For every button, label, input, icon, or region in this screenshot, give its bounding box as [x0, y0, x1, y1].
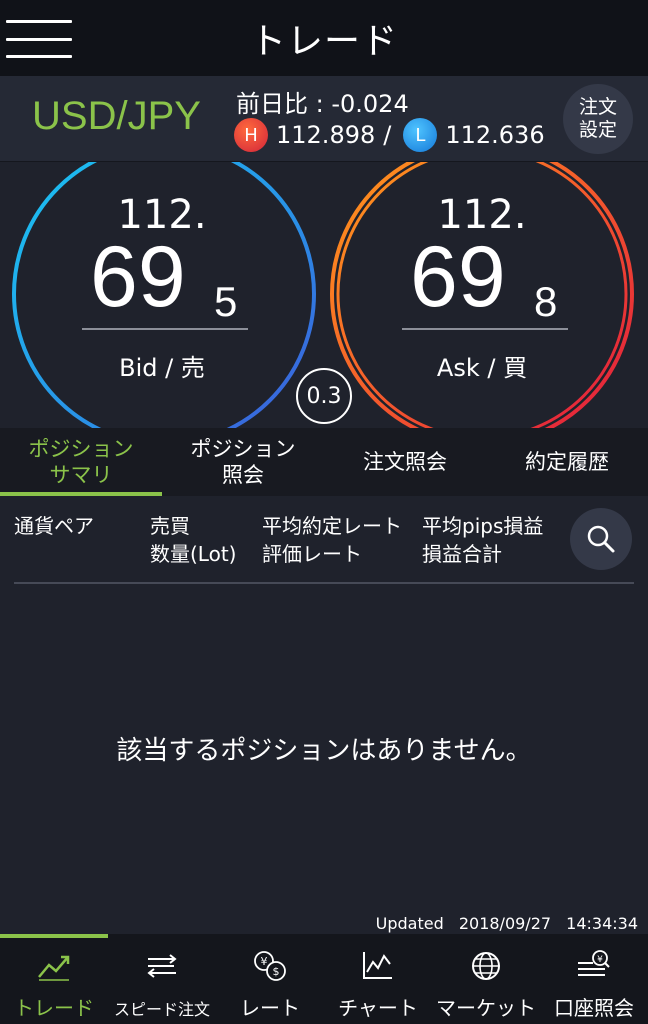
trade-chart-icon	[34, 948, 74, 984]
tab-label-line2: 照会	[222, 463, 264, 487]
svg-text:¥: ¥	[597, 955, 603, 965]
nav-account[interactable]: ¥ 口座照会	[540, 934, 648, 1024]
bid-price-main: 69	[90, 229, 186, 325]
ask-divider	[402, 328, 568, 330]
bid-divider	[82, 328, 248, 330]
nav-label-market: マーケット	[436, 996, 536, 1020]
order-settings-label-1: 注文	[578, 96, 617, 118]
column-rates: 平均約定レート 評価レート	[262, 514, 402, 566]
ask-price-pip: 8	[534, 278, 558, 325]
column-side-quantity: 売買 数量(Lot)	[150, 514, 237, 566]
ask-label: Ask / 買	[436, 354, 528, 382]
high-price: 112.898	[276, 121, 376, 149]
nav-speed-order[interactable]: スピード注文	[108, 934, 216, 1024]
nav-chart[interactable]: チャート	[324, 934, 432, 1024]
nav-label-rate: レート	[240, 996, 300, 1020]
currency-pair-name[interactable]: USD/JPY	[32, 94, 201, 139]
position-tabs: ポジション サマリ ポジション 照会 注文照会 約定履歴	[0, 428, 648, 496]
high-badge-icon: H	[234, 118, 268, 152]
table-header: 通貨ペア 売買 数量(Lot) 平均約定レート 評価レート 平均pips損益 損…	[0, 496, 648, 584]
page-title: トレード	[249, 21, 398, 62]
app-header: トレード	[0, 0, 648, 76]
updated-time: 14:34:34	[566, 914, 638, 933]
last-updated: Updated 2018/09/27 14:34:34	[366, 914, 638, 933]
chart-icon	[358, 948, 398, 984]
tab-label-line1: ポジション	[28, 437, 134, 461]
nav-market[interactable]: マーケット	[432, 934, 540, 1024]
speed-order-icon	[142, 948, 182, 984]
nav-rate[interactable]: ¥ $ レート	[216, 934, 324, 1024]
svg-text:¥: ¥	[261, 955, 268, 968]
empty-state-message: 該当するポジションはありません。	[116, 736, 532, 766]
low-badge-icon: L	[403, 118, 438, 152]
tab-order-inquiry[interactable]: 注文照会	[324, 428, 486, 496]
column-profit-loss: 平均pips損益 損益合計	[422, 514, 544, 566]
spread-badge: 0.3	[296, 368, 352, 424]
tab-execution-history[interactable]: 約定履歴	[486, 428, 648, 496]
high-low-separator: /	[383, 121, 392, 149]
nav-label-speed-order: スピード注文	[113, 1000, 210, 1019]
rate-currency-icon: ¥ $	[250, 948, 290, 984]
active-nav-indicator	[0, 934, 108, 938]
bid-price-pip: 5	[214, 278, 238, 325]
nav-trade[interactable]: トレード	[0, 934, 108, 1024]
ask-price-button[interactable]: 112. 69 8 Ask / 買	[392, 162, 572, 428]
currency-pair-bar: USD/JPY 前日比 : -0.024 H 112.898 / L 112.6…	[0, 76, 648, 162]
nav-label-account: 口座照会	[554, 996, 634, 1020]
search-button[interactable]	[570, 508, 632, 570]
bid-price-button[interactable]: 112. 69 5 Bid / 売	[72, 162, 252, 428]
column-currency-pair: 通貨ペア	[14, 514, 94, 538]
tab-label-line2: サマリ	[49, 463, 113, 487]
globe-icon	[466, 948, 506, 984]
tab-position-inquiry[interactable]: ポジション 照会	[162, 428, 324, 496]
tab-label-line1: 注文照会	[363, 450, 447, 474]
nav-label-chart: チャート	[338, 996, 418, 1020]
nav-label-trade: トレード	[14, 996, 94, 1020]
order-settings-label-2: 設定	[578, 119, 617, 141]
bottom-navigation: トレード スピード注文 ¥ $ レート チャート マーケット ¥ 口座照会	[0, 934, 648, 1024]
high-low-row: H 112.898 / L 112.636	[234, 118, 545, 152]
ask-price-main: 69	[410, 229, 506, 325]
hamburger-menu-icon[interactable]	[6, 20, 72, 58]
updated-label: Updated	[375, 914, 444, 933]
low-price: 112.636	[445, 121, 545, 149]
search-icon	[587, 525, 615, 553]
account-icon: ¥	[574, 948, 614, 984]
order-settings-button[interactable]: 注文 設定	[563, 84, 633, 154]
tab-label-line1: 約定履歴	[525, 450, 609, 474]
previous-day-change: 前日比 : -0.024	[236, 90, 409, 118]
tab-position-summary[interactable]: ポジション サマリ	[0, 428, 162, 496]
updated-date: 2018/09/27	[458, 914, 552, 933]
tab-label-line1: ポジション	[190, 437, 296, 461]
bid-label: Bid / 売	[119, 354, 205, 382]
header-divider	[14, 582, 634, 584]
svg-text:$: $	[273, 965, 280, 978]
